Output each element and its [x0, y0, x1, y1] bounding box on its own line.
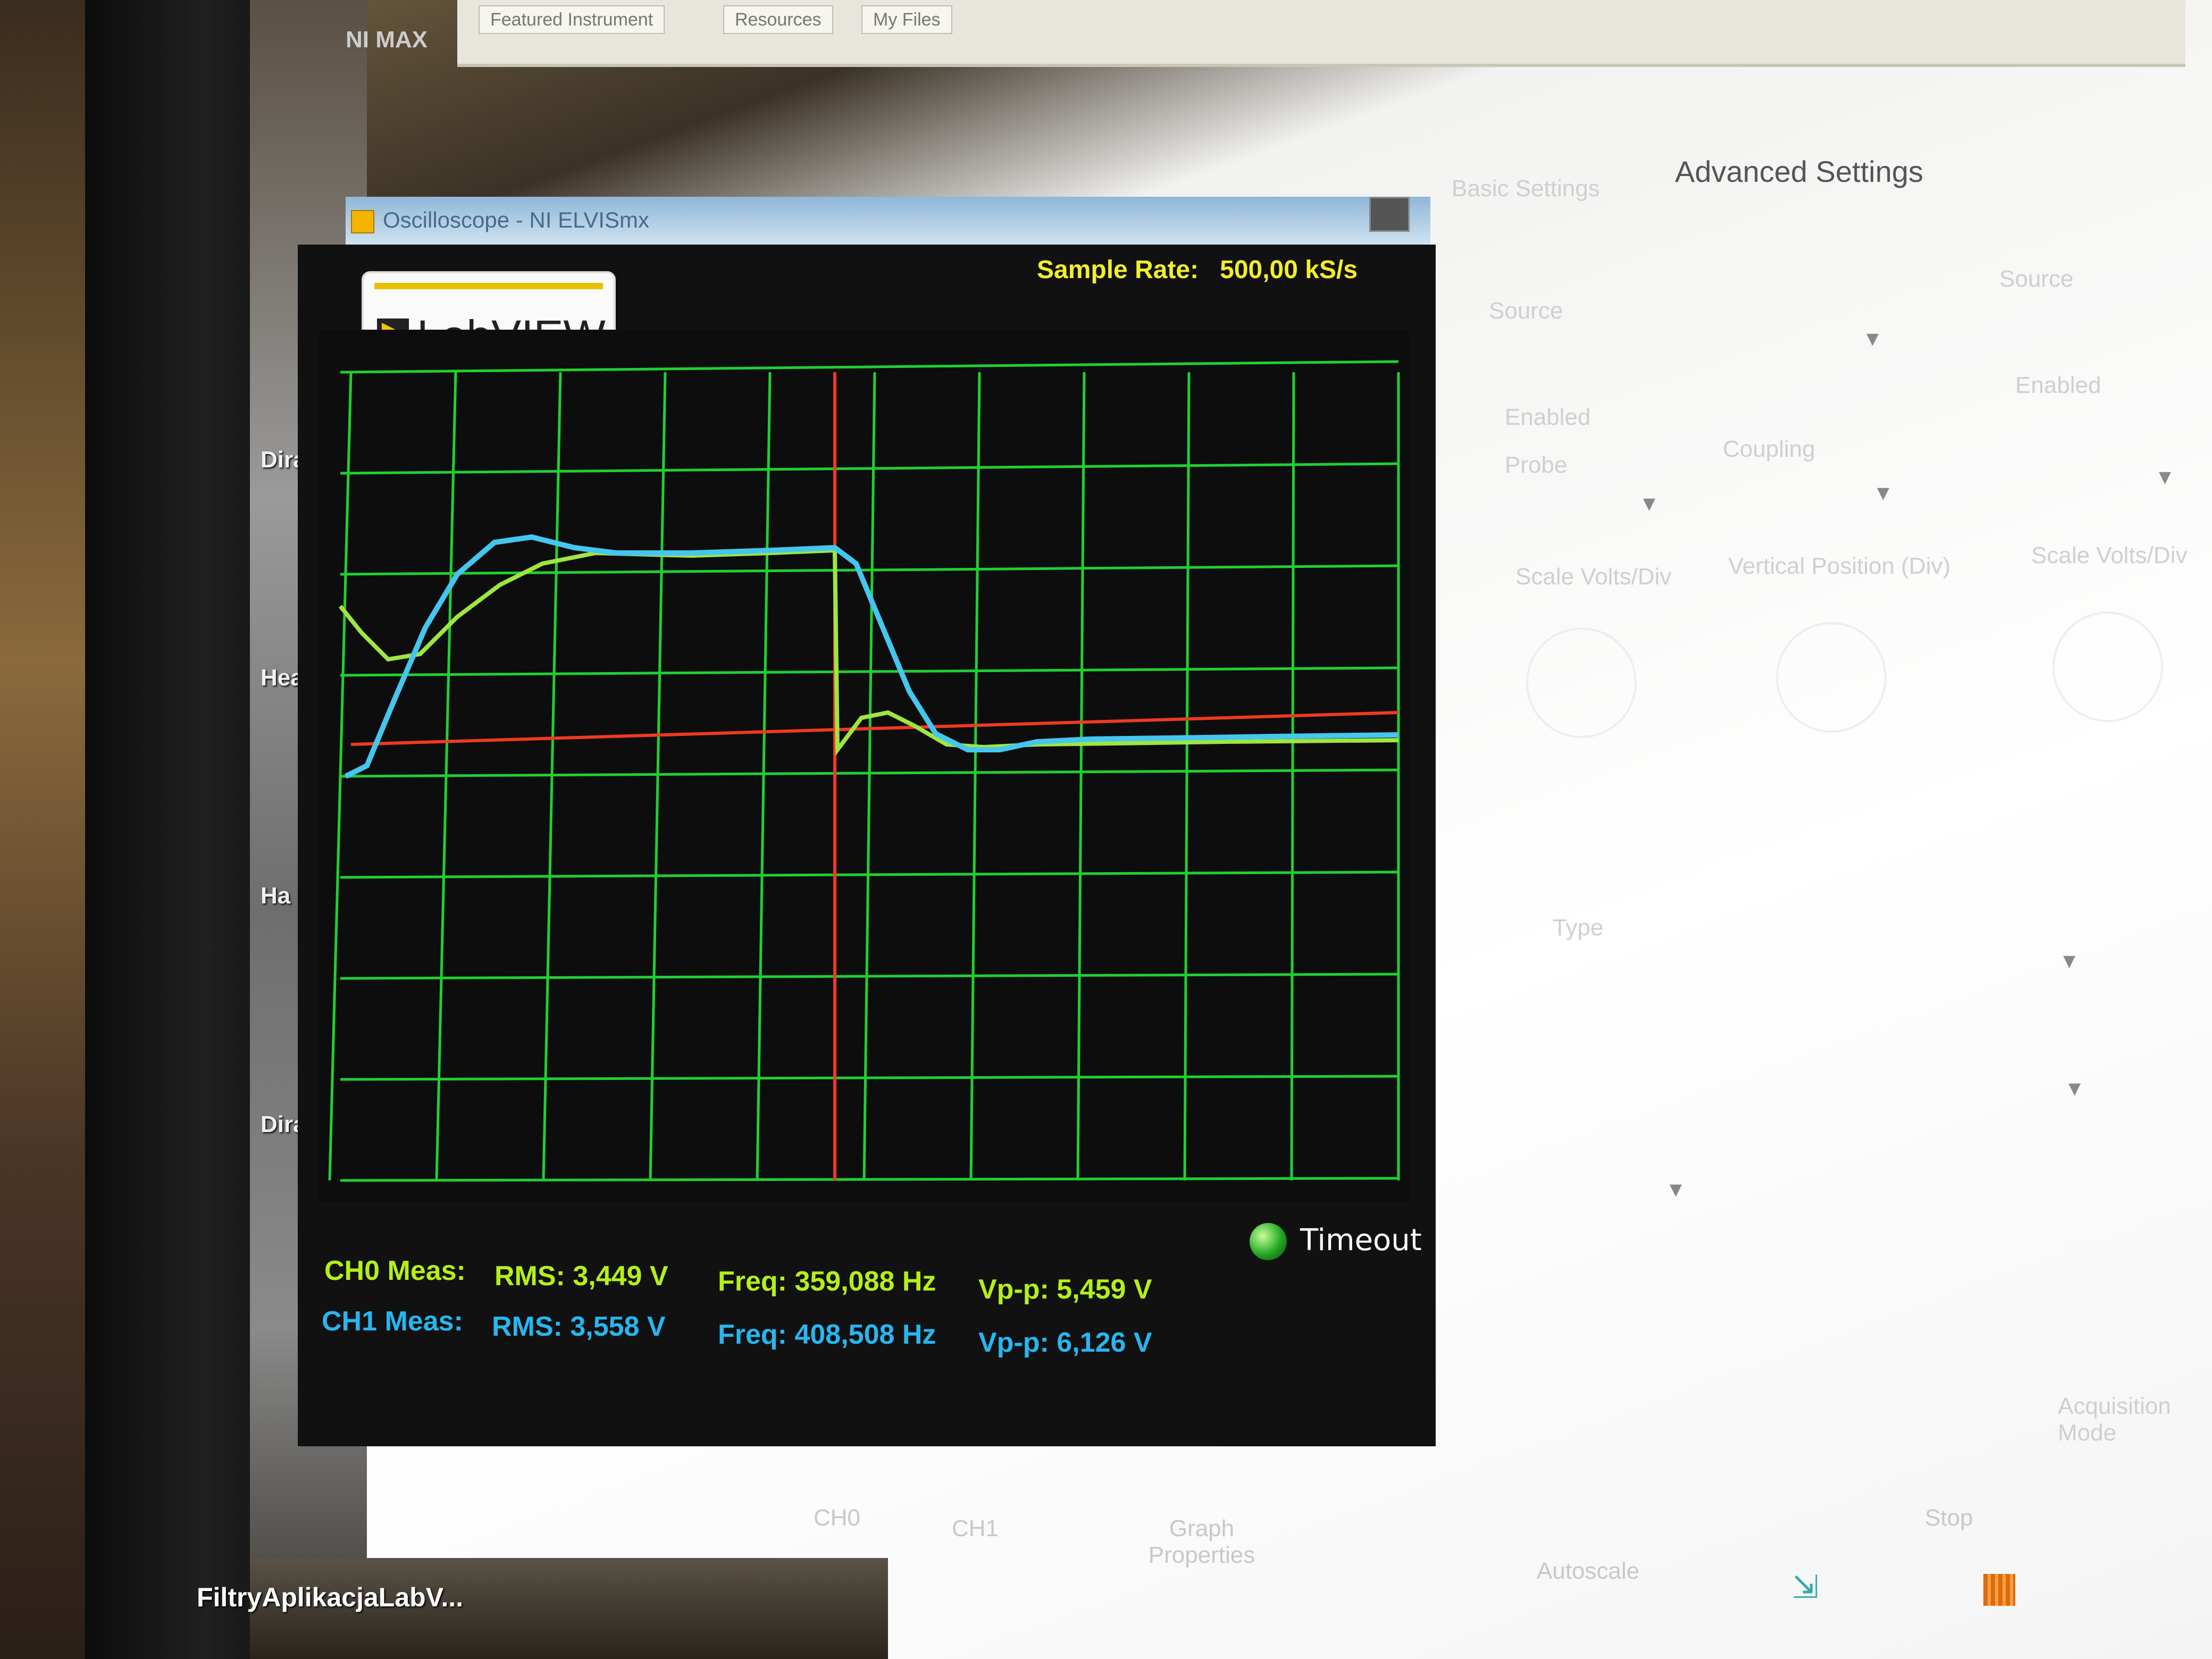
bg-tab-featured[interactable]: Featured Instrument [479, 5, 665, 34]
trigger-type-dropdown-icon[interactable]: ▼ [2063, 952, 2075, 970]
app-icon [351, 210, 374, 233]
ch1-freq-value: 408,508 Hz [794, 1319, 936, 1350]
ch1-scale-label: Scale Volts/Div [2031, 542, 2188, 568]
restore-button[interactable] [1369, 197, 1410, 232]
ch0-button[interactable]: CH0 [814, 1505, 860, 1531]
probe-dropdown-icon[interactable]: ▼ [1643, 495, 1655, 513]
background-app-window: Featured Instrument Resources My Files [457, 0, 2185, 67]
sample-rate: Sample Rate: 500,00 kS/s [1037, 255, 1358, 284]
trigger-level-dropdown-icon[interactable]: ▼ [1670, 1180, 1682, 1199]
ch1-rms: RMS: 3,558 V [492, 1311, 666, 1343]
timeout-led-icon [1250, 1223, 1287, 1260]
ch1-freq-label: Freq: [718, 1319, 787, 1350]
ch1-freq: Freq: 408,508 Hz [718, 1319, 936, 1351]
ch1-rms-label: RMS: [492, 1311, 563, 1342]
bg-tab-myfiles[interactable]: My Files [861, 5, 952, 34]
ch0-source-label: Source [1489, 298, 1563, 324]
sample-rate-value: 500,00 kS/s [1220, 256, 1358, 284]
autoscale-button[interactable]: Autoscale [1537, 1558, 1639, 1585]
ch0-rms: RMS: 3,449 V [495, 1260, 668, 1292]
oscilloscope-graph[interactable] [319, 330, 1409, 1202]
ch0-vpp-value: 5,459 V [1057, 1274, 1152, 1305]
desktop-icon-ha[interactable]: Ha [261, 883, 290, 909]
ch1-vpp-value: 6,126 V [1057, 1327, 1152, 1358]
ch0-source-dropdown-icon[interactable]: ▼ [1866, 330, 1879, 348]
ch0-meas-label: CH0 Meas: [324, 1255, 466, 1286]
ch1-button[interactable]: CH1 [952, 1515, 999, 1542]
ch0-freq-label: Freq: [718, 1266, 787, 1297]
tab-advanced-settings[interactable]: Advanced Settings [1675, 154, 1923, 189]
ch0-freq: Freq: 359,088 Hz [718, 1266, 936, 1297]
ch1-vpp: Vp-p: 6,126 V [978, 1327, 1152, 1359]
ch1-source-label: Source [1999, 266, 2074, 292]
ch0-freq-value: 359,088 Hz [794, 1266, 936, 1297]
ch1-scale-knob[interactable] [2052, 611, 2163, 722]
graph-background [319, 330, 1409, 1202]
ch1-probe-dropdown-icon[interactable]: ▼ [2159, 468, 2171, 487]
trigger-type-label: Type [1553, 915, 1604, 941]
timeout-label: Timeout [1300, 1223, 1422, 1258]
probe-label: Probe [1505, 452, 1568, 478]
ch0-vpp-label: Vp-p: [978, 1274, 1049, 1305]
tab-basic-settings[interactable]: Basic Settings [1452, 175, 1600, 202]
ch1-rms-value: 3,558 V [570, 1311, 666, 1342]
coupling-dropdown-icon[interactable]: ▼ [1877, 484, 1889, 502]
stop-button[interactable] [1983, 1574, 2015, 1606]
position-knob[interactable] [1776, 622, 1887, 733]
trigger-source-dropdown-icon[interactable]: ▼ [2068, 1079, 2081, 1098]
ch0-vpp: Vp-p: 5,459 V [978, 1273, 1152, 1305]
cursor-icon[interactable]: ⇲ [1792, 1569, 1819, 1606]
ch1-meas-label: CH1 Meas: [322, 1306, 463, 1337]
bg-tab-resources[interactable]: Resources [723, 5, 833, 34]
graph-properties-button[interactable]: Graph Properties [1133, 1515, 1271, 1569]
ch0-rms-label: RMS: [495, 1261, 565, 1292]
logo-bar [374, 283, 603, 289]
ch0-enabled-checkbox[interactable]: Enabled [1505, 404, 1590, 431]
scale-knob[interactable] [1526, 627, 1637, 738]
ch0-rms-value: 3,449 V [573, 1261, 668, 1292]
sample-rate-label: Sample Rate: [1037, 256, 1199, 284]
scale-label: Scale Volts/Div [1515, 564, 1672, 590]
coupling-label: Coupling [1723, 436, 1815, 462]
stop-label: Stop [1925, 1505, 1973, 1531]
window-title: Oscilloscope - NI ELVISmx [383, 207, 650, 232]
acquisition-mode-label: Acquisition Mode [2058, 1393, 2171, 1446]
desktop-icon-nimax[interactable]: NI MAX [346, 27, 428, 53]
taskbar-item[interactable]: FiltryAplikacjaLabV... [197, 1582, 463, 1613]
ch1-enabled-checkbox[interactable]: Enabled [2015, 372, 2101, 399]
vertical-position-label: Vertical Position (Div) [1728, 553, 1951, 579]
ch1-vpp-label: Vp-p: [978, 1327, 1049, 1358]
